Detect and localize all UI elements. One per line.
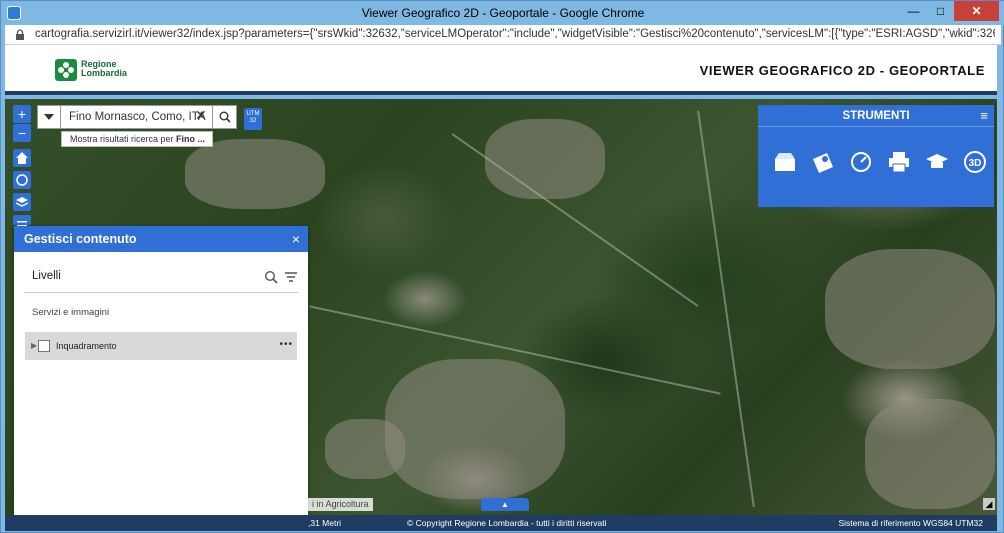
page-header: Regione Lombardia VIEWER GEOGRAFICO 2D -… [5,45,997,95]
layer-row[interactable]: ▶ Inquadramento ••• [25,332,297,360]
section-label: Servizi e immagini [32,307,110,318]
tools-header: STRUMENTI ≡ [758,105,994,127]
reference-system: Sistema di riferimento WGS84 UTM32 [838,518,983,528]
search-layers-icon[interactable] [264,270,278,284]
logo-rose-icon [58,62,74,78]
locate-button[interactable] [13,171,31,189]
url-text[interactable]: cartografia.servizirl.it/viewer32/index.… [35,28,995,40]
window-controls: — □ ✕ [900,1,999,21]
levels-label: Livelli [32,270,61,282]
list-button[interactable] [13,215,31,227]
print-icon[interactable] [886,149,912,175]
urban-area [825,249,995,369]
search-suggestion[interactable]: Mostra risultati ricerca per Fino ... [61,131,213,147]
scale-readout: ,31 Metri [308,518,342,528]
divider [24,292,298,293]
search-icon [219,111,231,123]
search-button[interactable] [213,105,237,129]
locate-icon [16,174,28,186]
address-bar[interactable]: cartografia.servizirl.it/viewer32/index.… [5,25,1001,45]
search-source-dropdown[interactable] [37,105,61,129]
search-hint-prefix: Mostra risultati ricerca per [70,134,177,144]
app-title: VIEWER GEOGRAFICO 2D - GEOPORTALE [699,63,985,78]
measure-icon[interactable] [848,149,874,175]
map-marker-icon[interactable] [810,149,836,175]
panel-title: Gestisci contenuto [24,232,137,246]
urban-area [865,399,995,509]
expand-chevron-icon[interactable]: ▶ [31,341,37,350]
layer-checkbox[interactable] [38,340,50,352]
layer-attribution: i in Agricoltura [308,498,373,511]
panel-close-button[interactable]: × [292,226,300,252]
education-icon[interactable] [924,149,950,175]
more-options-icon[interactable]: ••• [279,339,293,350]
urban-area [385,359,565,499]
browser-window: Viewer Geografico 2D - Geoportale - Goog… [0,0,1004,533]
window-title: Viewer Geografico 2D - Geoportale - Goog… [361,6,645,20]
filter-icon[interactable] [284,270,298,284]
expand-bottom-panel-button[interactable]: ▲ [481,498,529,511]
map-corner-scroll[interactable]: ◢ [983,498,995,510]
box-icon[interactable] [772,149,798,175]
utm-button[interactable]: UTM 32 [244,108,262,130]
title-bar: Viewer Geografico 2D - Geoportale - Goog… [1,1,1004,25]
home-icon [16,152,28,164]
home-button[interactable] [13,149,31,167]
panel-header: Gestisci contenuto × [14,226,308,252]
manage-content-panel: Gestisci contenuto × Livelli Servizi e i… [14,226,308,526]
search-bar: Fino Mornasco, Como, ITA [37,105,237,129]
road [697,110,755,508]
layers-button[interactable] [13,193,31,211]
tools-row: 3D [758,127,994,175]
maximize-icon[interactable]: □ [927,1,954,21]
close-window-icon[interactable]: ✕ [954,1,999,21]
logo-text: Regione Lombardia [81,60,127,78]
layer-label: Inquadramento [56,341,117,351]
search-hint-term: Fino ... [176,134,206,144]
zoom-out-button[interactable]: − [13,124,31,142]
urban-area [485,119,605,199]
tools-title: STRUMENTI [842,110,910,122]
zoom-in-button[interactable]: + [13,105,31,123]
clear-search-icon[interactable]: ✕ [195,107,207,124]
minimize-icon[interactable]: — [900,1,927,21]
svg-text:3D: 3D [969,158,982,169]
urban-area [185,139,325,209]
tools-panel: STRUMENTI ≡ 3D [758,105,994,207]
lock-icon [16,29,24,40]
copyright-text: © Copyright Regione Lombardia - tutti i … [407,518,607,528]
caret-down-icon [44,114,54,120]
logo-line2: Lombardia [81,68,128,78]
search-input[interactable]: Fino Mornasco, Como, ITA [61,105,213,129]
status-bar: ,31 Metri © Copyright Regione Lombardia … [5,515,997,531]
hamburger-menu-icon[interactable]: ≡ [980,105,988,127]
layers-icon [15,197,29,207]
regione-lombardia-logo[interactable] [55,59,77,81]
urban-area [325,419,405,479]
levels-row: Livelli [14,262,308,292]
3d-icon[interactable]: 3D [962,149,988,175]
